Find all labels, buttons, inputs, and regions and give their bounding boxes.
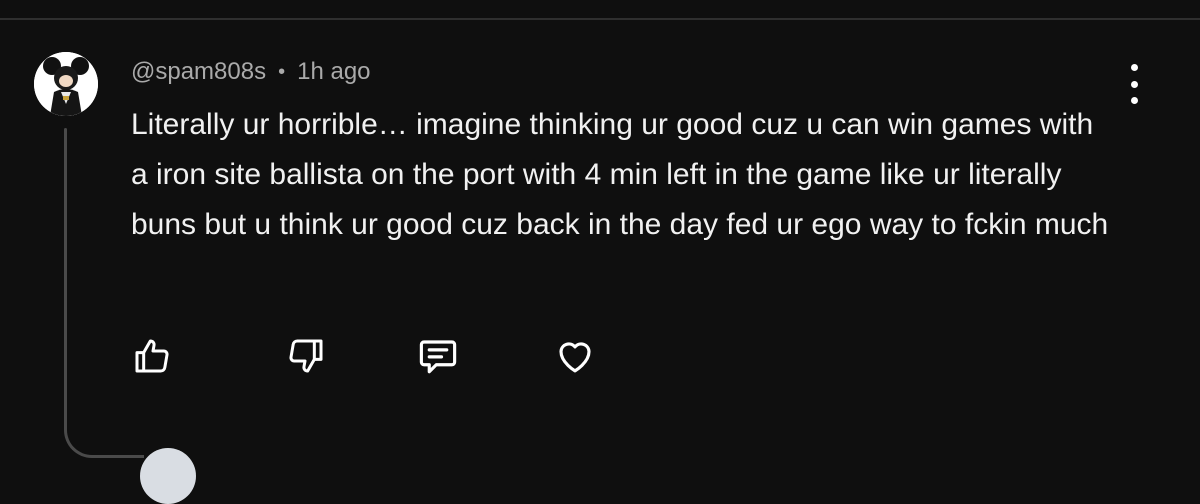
menu-dot bbox=[1130, 97, 1138, 104]
menu-dot bbox=[1130, 64, 1138, 71]
comment-timestamp: 1h ago bbox=[297, 58, 371, 85]
top-divider bbox=[0, 18, 1200, 20]
dislike-button[interactable] bbox=[284, 334, 328, 378]
thumbs-down-icon bbox=[289, 339, 323, 373]
more-vertical-icon[interactable] bbox=[1120, 64, 1148, 104]
like-button[interactable] bbox=[130, 334, 174, 378]
avatar-character-image bbox=[34, 52, 98, 116]
reply-button[interactable] bbox=[416, 334, 460, 378]
comment-bubble-icon bbox=[419, 340, 457, 374]
comment-meta: @spam808s • 1h ago bbox=[131, 58, 371, 86]
heart-icon bbox=[559, 342, 591, 373]
meta-separator: • bbox=[278, 60, 286, 83]
thumbs-up-icon bbox=[135, 339, 169, 373]
thread-line bbox=[64, 128, 67, 428]
reply-avatar[interactable] bbox=[140, 448, 196, 504]
menu-dot bbox=[1130, 80, 1138, 88]
thread-connector bbox=[64, 398, 144, 458]
avatar[interactable] bbox=[34, 52, 98, 116]
author-handle[interactable]: @spam808s bbox=[131, 58, 266, 86]
comment-body: Literally ur horrible… imagine thinking … bbox=[131, 108, 1109, 241]
heart-button[interactable] bbox=[553, 334, 597, 378]
